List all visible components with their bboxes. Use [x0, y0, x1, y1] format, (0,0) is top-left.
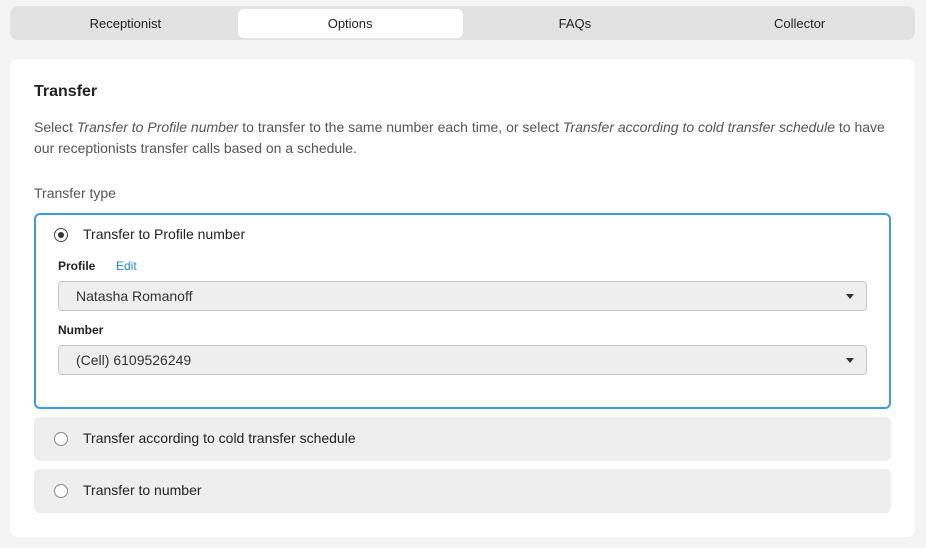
- description-text: Select: [34, 119, 77, 135]
- option-cold-transfer-schedule[interactable]: Transfer according to cold transfer sche…: [34, 417, 891, 461]
- tab-options[interactable]: Options: [237, 8, 463, 38]
- radio-unselected-icon[interactable]: [54, 484, 68, 498]
- option-label: Transfer to Profile number: [83, 226, 246, 242]
- tab-bar: Receptionist Options FAQs Collector: [10, 6, 915, 40]
- description-text: to transfer to the same number each time…: [238, 119, 563, 135]
- description-emphasis-profile: Transfer to Profile number: [76, 119, 239, 135]
- number-select[interactable]: (Cell) 6109526249: [58, 345, 867, 375]
- option-transfer-to-profile-number[interactable]: Transfer to Profile number Profile Edit …: [34, 213, 891, 409]
- transfer-type-label: Transfer type: [34, 185, 116, 201]
- number-label: Number: [58, 323, 104, 337]
- tab-receptionist[interactable]: Receptionist: [13, 9, 238, 38]
- tab-collector[interactable]: Collector: [687, 9, 912, 38]
- section-title: Transfer: [34, 83, 98, 100]
- option-label: Transfer to number: [83, 482, 202, 498]
- profile-select-value: Natasha Romanoff: [76, 288, 193, 304]
- description-emphasis-schedule: Transfer according to cold transfer sche…: [562, 119, 835, 135]
- option-label: Transfer according to cold transfer sche…: [83, 430, 356, 446]
- radio-selected-icon[interactable]: [54, 228, 68, 242]
- chevron-down-icon: [846, 358, 854, 363]
- profile-label: Profile: [58, 259, 96, 273]
- option-transfer-to-number[interactable]: Transfer to number: [34, 469, 891, 513]
- section-description: Select Transfer to Profile number to tra…: [34, 117, 904, 159]
- profile-select[interactable]: Natasha Romanoff: [58, 281, 867, 311]
- number-select-value: (Cell) 6109526249: [76, 352, 192, 368]
- radio-unselected-icon[interactable]: [54, 432, 68, 446]
- tab-faqs[interactable]: FAQs: [463, 9, 688, 38]
- transfer-card: Transfer Select Transfer to Profile numb…: [10, 59, 915, 537]
- chevron-down-icon: [846, 294, 854, 299]
- edit-profile-link[interactable]: Edit: [116, 259, 137, 273]
